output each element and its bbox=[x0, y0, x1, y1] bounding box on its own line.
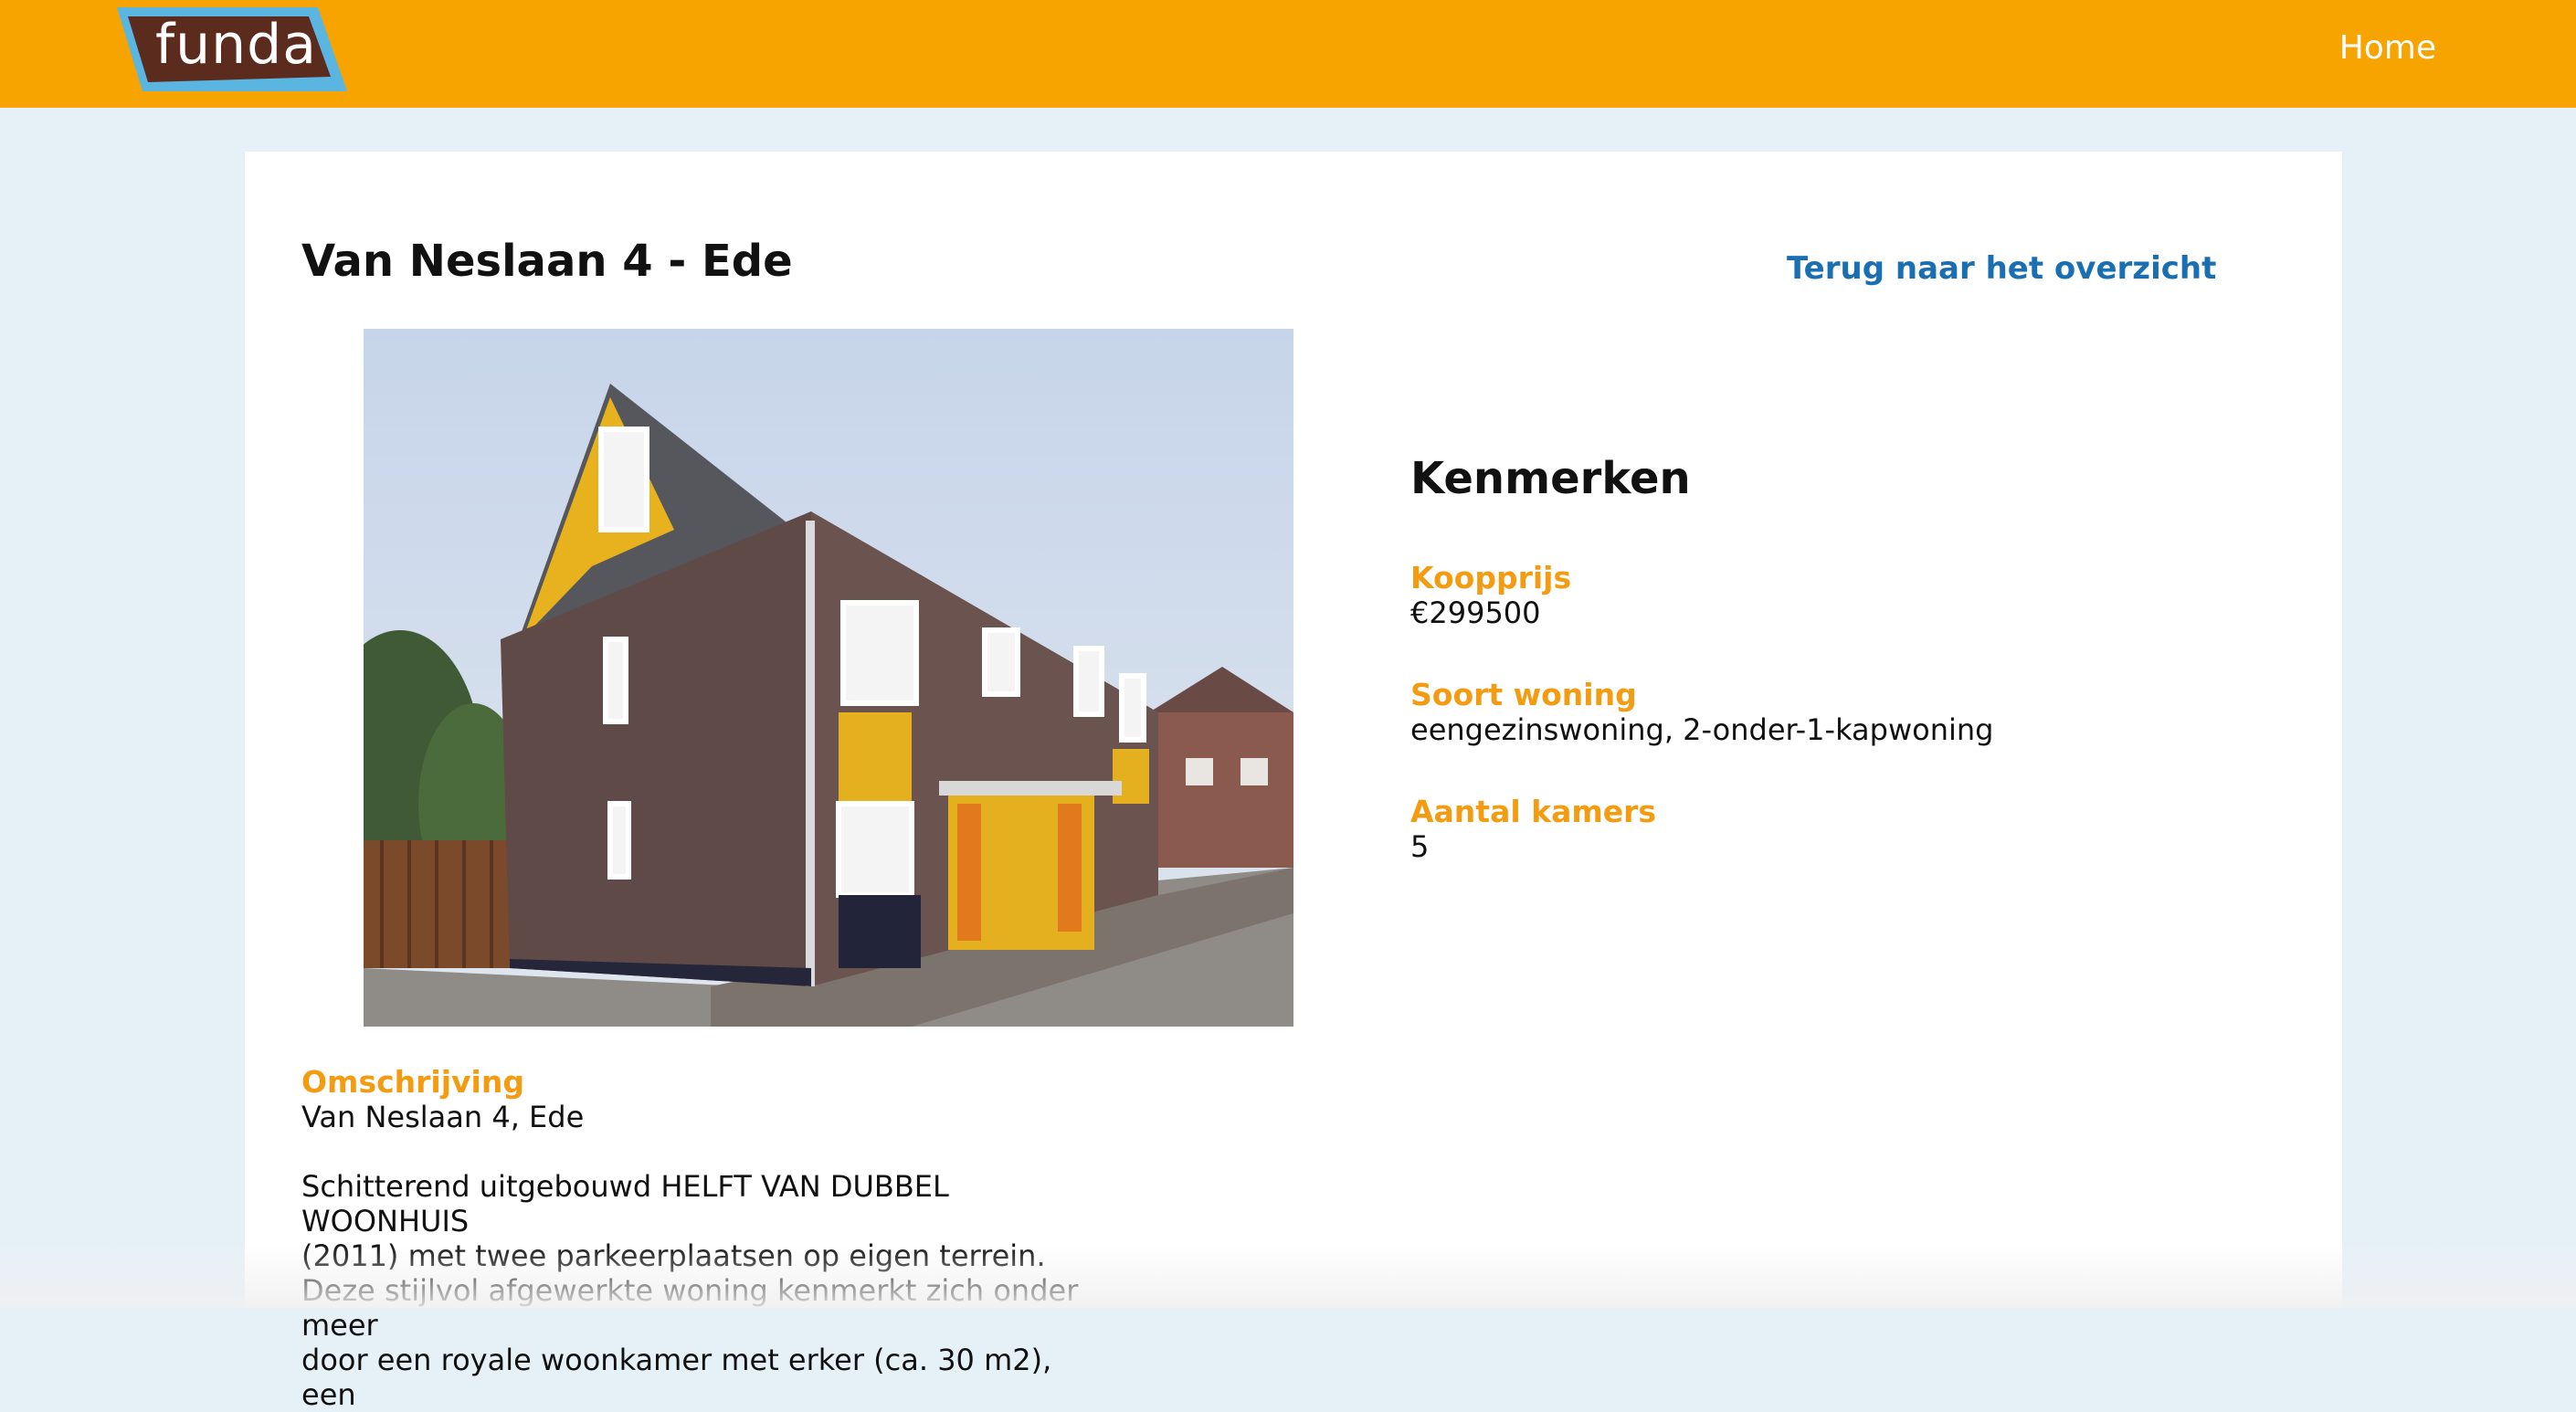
top-bar: funda Home bbox=[0, 0, 2576, 108]
feature-rooms: Aantal kamers 5 bbox=[1410, 794, 2233, 865]
feature-house-type: Soort woning eengezinswoning, 2-onder-1-… bbox=[1410, 677, 2233, 748]
description-section: Omschrijving Van Neslaan 4, Ede Schitter… bbox=[301, 1065, 1105, 1412]
feature-label: Soort woning bbox=[1410, 677, 1637, 712]
back-to-overview-link[interactable]: Terug naar het overzicht bbox=[1787, 250, 2216, 287]
nav-home-link[interactable]: Home bbox=[2339, 29, 2436, 67]
description-address: Van Neslaan 4, Ede bbox=[301, 1100, 585, 1134]
features-section: Kenmerken Koopprijs €299500 Soort woning… bbox=[1410, 453, 2233, 911]
feature-value: 5 bbox=[1410, 829, 1430, 864]
feature-label: Aantal kamers bbox=[1410, 794, 1657, 829]
page-title: Van Neslaan 4 - Ede bbox=[301, 236, 793, 287]
listing-card: Van Neslaan 4 - Ede Terug naar het overz… bbox=[245, 152, 2342, 1412]
description-label: Omschrijving bbox=[301, 1064, 524, 1100]
feature-value: eengezinswoning, 2-onder-1-kapwoning bbox=[1410, 712, 1994, 747]
feature-value: €299500 bbox=[1410, 595, 1541, 630]
feature-label: Koopprijs bbox=[1410, 560, 1572, 595]
description-body: Schitterend uitgebouwd HELFT VAN DUBBEL … bbox=[301, 1169, 1079, 1412]
funda-logo[interactable]: funda bbox=[111, 5, 349, 93]
logo-text: funda bbox=[155, 13, 318, 77]
house-photo bbox=[364, 329, 1293, 1027]
feature-price: Koopprijs €299500 bbox=[1410, 560, 2233, 631]
features-heading: Kenmerken bbox=[1410, 453, 1691, 504]
